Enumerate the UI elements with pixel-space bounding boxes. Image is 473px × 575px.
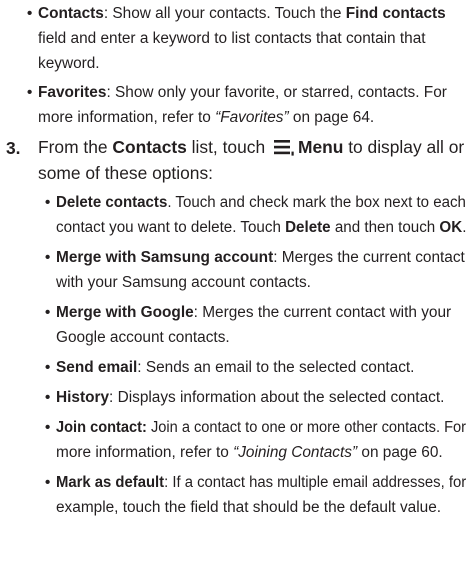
bullet-marker: • — [45, 194, 51, 211]
manual-page: • Contacts: Show all your contacts. Touc… — [0, 0, 473, 575]
joining-contacts-reference-link[interactable]: “Joining Contacts” — [233, 444, 357, 461]
favorites-item-line-1: Favorites: Show only your favorite, or s… — [38, 84, 447, 101]
merge-google-line-1: Merge with Google: Merges the current co… — [56, 304, 452, 321]
bullet-marker: • — [45, 419, 51, 436]
join-contact-line-2: more information, refer to “Joining Cont… — [56, 444, 443, 461]
mark-default-line-2: example, touch the field that should be … — [56, 499, 442, 516]
menu-icon — [273, 140, 294, 156]
contacts-item-line-2: field and enter a keyword to list contac… — [38, 30, 426, 47]
delete-term: Delete — [285, 219, 331, 236]
step-number: 3. — [6, 138, 21, 158]
send-email-term: Send email — [56, 359, 138, 376]
ok-term: OK — [439, 219, 463, 236]
contacts-list-term: Contacts — [112, 137, 187, 157]
merge-samsung-line-1: Merge with Samsung account: Merges the c… — [56, 249, 465, 266]
contacts-item-line-1: Contacts: Show all your contacts. Touch … — [38, 5, 446, 22]
bullet-marker: • — [45, 249, 51, 266]
bullet-marker: • — [27, 84, 33, 101]
delete-contacts-term: Delete contacts — [56, 194, 168, 211]
favorites-reference-link[interactable]: “Favorites” — [215, 109, 289, 126]
bullet-marker: • — [45, 389, 51, 406]
merge-google-line-2: Google account contacts. — [56, 329, 230, 346]
delete-contacts-line-1: Delete contacts. Touch and check mark th… — [56, 194, 466, 211]
menu-term: Menu — [297, 137, 344, 157]
bullet-marker: • — [45, 304, 51, 321]
merge-samsung-line-2: with your Samsung account contacts. — [56, 274, 311, 291]
find-contacts-term: Find contacts — [345, 5, 446, 22]
join-contact-term: Join contact: — [56, 419, 147, 436]
favorites-term: Favorites — [38, 84, 107, 101]
send-email-line-1: Send email: Sends an email to the select… — [56, 359, 415, 376]
join-contact-line-1: Join contact: Join a contact to one or m… — [56, 419, 466, 436]
contacts-term: Contacts — [38, 5, 104, 22]
delete-contacts-line-2: contact you want to delete. Touch Delete… — [56, 219, 467, 236]
history-term: History — [56, 389, 110, 406]
bullet-marker: • — [45, 474, 51, 491]
mark-default-line-1: Mark as default: If a contact has multip… — [56, 474, 467, 491]
bullet-marker: • — [45, 359, 51, 376]
step3-line-1: From the Contacts list, touch Menu to di… — [38, 137, 465, 157]
contacts-item-line-3: keyword. — [38, 55, 100, 72]
bullet-marker: • — [27, 5, 33, 22]
merge-google-term: Merge with Google — [56, 304, 194, 321]
history-line-1: History: Displays information about the … — [56, 389, 445, 406]
merge-samsung-term: Merge with Samsung account — [56, 249, 274, 266]
favorites-item-line-2: more information, refer to “Favorites” o… — [38, 109, 375, 126]
mark-default-term: Mark as default — [56, 474, 165, 491]
step3-line-2: some of these options: — [38, 163, 213, 183]
